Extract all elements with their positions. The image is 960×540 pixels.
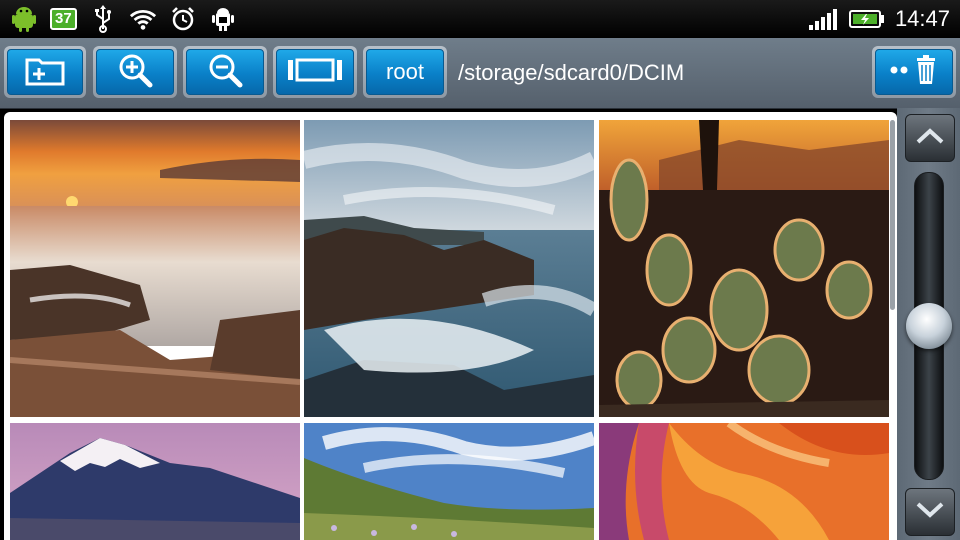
zoom-in-button[interactable] <box>93 46 177 98</box>
thumbnail-snowy-mountain[interactable] <box>10 423 300 540</box>
signal-icon <box>807 5 839 33</box>
chevron-down-icon <box>915 501 945 523</box>
thumbnail-slot-canyon[interactable] <box>599 423 889 540</box>
green-hills-image <box>304 423 594 540</box>
zoom-out-icon <box>206 51 244 93</box>
menu-trash-icon <box>887 55 941 89</box>
new-folder-icon <box>25 54 65 90</box>
fit-view-button[interactable] <box>273 46 357 98</box>
zoom-in-icon <box>116 51 154 93</box>
alarm-icon <box>169 5 197 33</box>
battery-icon <box>848 5 885 33</box>
android-debug-icon <box>209 5 237 33</box>
waves-rocks-image <box>304 120 594 417</box>
thumbnail-sunset-shore[interactable] <box>10 120 300 417</box>
new-folder-button[interactable] <box>4 46 86 98</box>
snowy-mountain-image <box>10 423 300 540</box>
root-button[interactable]: root <box>363 46 447 98</box>
status-bar: 37 14:47 <box>0 0 960 38</box>
current-path: /storage/sdcard0/DCIM <box>458 60 685 85</box>
grid-scroll-indicator <box>890 120 895 310</box>
slot-canyon-image <box>599 423 889 540</box>
thumbnail-grid <box>4 112 897 540</box>
scroll-down-button[interactable] <box>905 488 955 536</box>
thumbnail-cholla-cacti[interactable] <box>599 120 889 417</box>
android-icon <box>10 5 38 33</box>
menu-trash-button[interactable] <box>872 46 956 98</box>
notification-badge: 37 <box>50 8 77 30</box>
scroll-knob[interactable] <box>906 303 952 349</box>
thumbnail-waves-rocks[interactable] <box>304 120 594 417</box>
root-button-label: root <box>386 59 424 84</box>
zoom-out-button[interactable] <box>183 46 267 98</box>
status-clock: 14:47 <box>894 6 950 31</box>
chevron-up-icon <box>915 127 945 149</box>
fit-view-icon <box>287 57 343 87</box>
thumbnail-green-hills[interactable] <box>304 423 594 540</box>
scroll-up-button[interactable] <box>905 114 955 162</box>
wifi-icon <box>129 5 157 33</box>
toolbar: root /storage/sdcard0/DCIM <box>0 38 960 109</box>
usb-icon <box>89 5 117 33</box>
cholla-cacti-image <box>599 120 889 417</box>
sunset-shore-image <box>10 120 300 417</box>
